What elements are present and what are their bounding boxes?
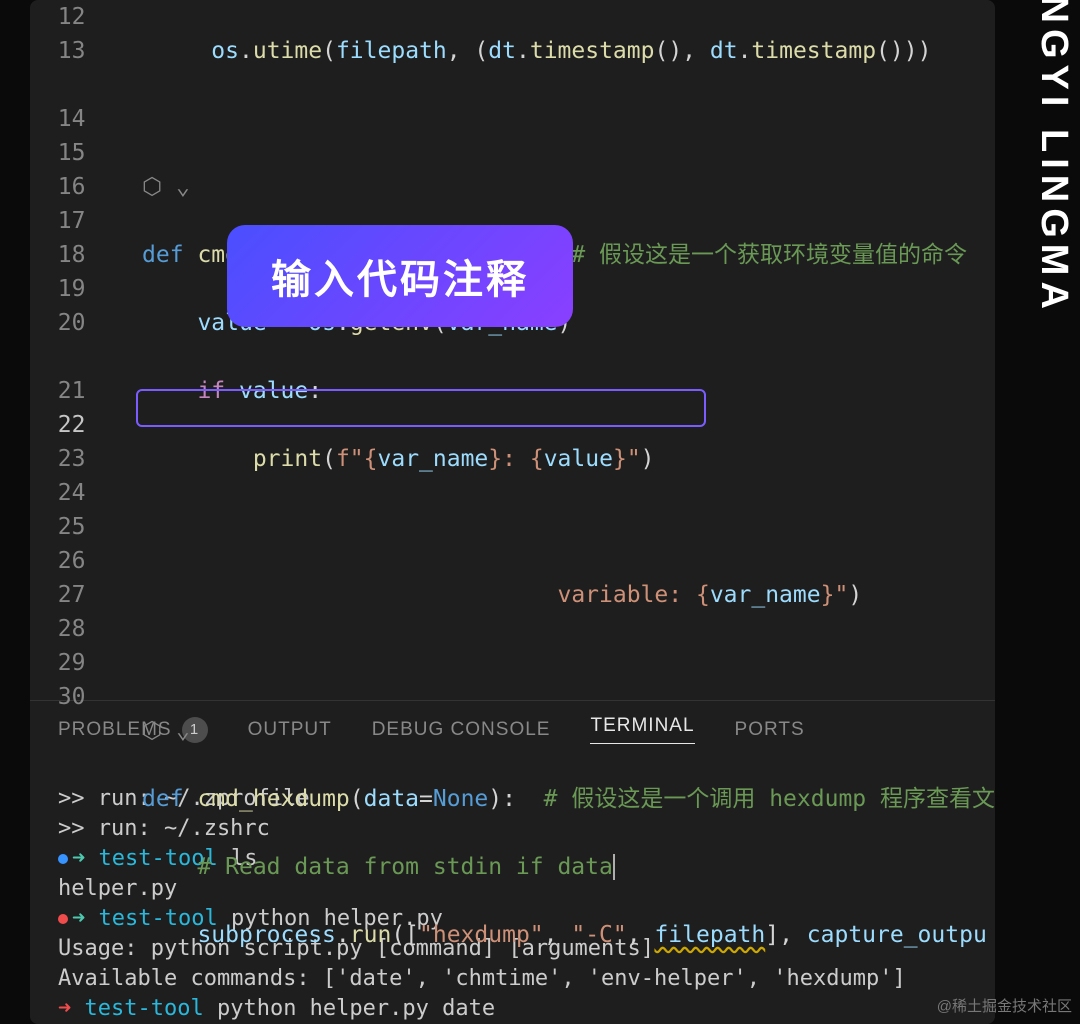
status-dot-icon: [58, 914, 68, 924]
line-gutter: 12 13 14 15 16 17 18 19 20 21 22 23 24 2…: [30, 0, 101, 700]
watermark: @稀土掘金技术社区: [937, 995, 1072, 1016]
chevron-down-icon[interactable]: ⌄: [176, 174, 190, 200]
chevron-down-icon[interactable]: ⌄: [176, 718, 190, 744]
status-dot-icon: [58, 854, 68, 864]
ai-suggest-icon[interactable]: ⬡: [142, 174, 162, 200]
code-area[interactable]: os.utime(filepath, (dt.timestamp(), dt.t…: [101, 0, 996, 700]
editor-frame: 12 13 14 15 16 17 18 19 20 21 22 23 24 2…: [30, 0, 995, 1024]
annotation-callout: 输入代码注释: [227, 225, 573, 327]
ai-suggest-icon[interactable]: ⬡: [142, 718, 162, 744]
brand-vertical-label: ONGYI LINGMA: [1032, 0, 1075, 480]
code-editor[interactable]: 12 13 14 15 16 17 18 19 20 21 22 23 24 2…: [30, 0, 995, 700]
